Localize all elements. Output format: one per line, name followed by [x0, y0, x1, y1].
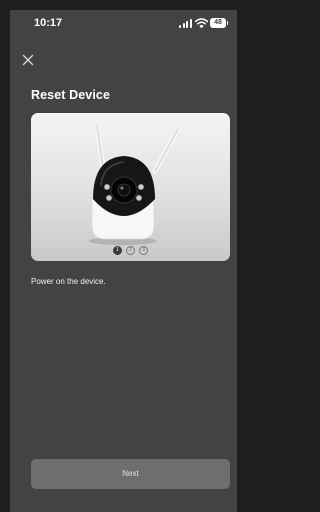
reset-device-screen: 10:17 48 Reset Device 1 2 3 Power on the… — [10, 10, 237, 512]
wifi-icon — [195, 18, 208, 28]
next-button[interactable]: Next — [31, 459, 230, 489]
instruction-text: Power on the device. — [31, 277, 106, 286]
carousel-dot-2[interactable]: 2 — [126, 246, 135, 255]
status-bar: 10:17 48 — [10, 10, 237, 38]
signal-icon — [179, 19, 192, 28]
page-title: Reset Device — [31, 88, 111, 102]
close-icon[interactable] — [22, 54, 34, 66]
carousel-pagination: 123 — [31, 246, 230, 256]
security-camera-photo — [89, 122, 181, 245]
status-time: 10:17 — [34, 17, 63, 29]
carousel-dot-3[interactable]: 3 — [139, 246, 148, 255]
device-photo-carousel[interactable]: 123 — [31, 113, 230, 261]
carousel-dot-1[interactable]: 1 — [113, 246, 122, 255]
battery-icon: 48 — [210, 18, 228, 28]
